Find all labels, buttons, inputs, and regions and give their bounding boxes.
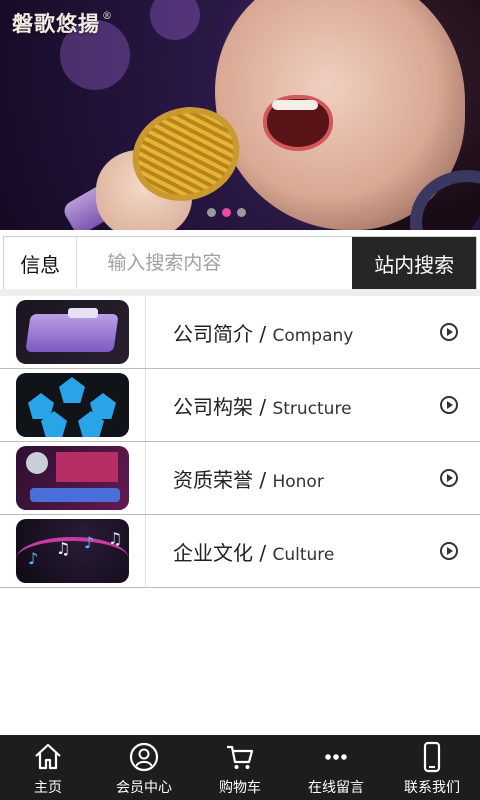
menu-item-company[interactable]: 公司简介 / Company xyxy=(0,296,480,369)
user-icon xyxy=(129,742,159,772)
menu-item-en: Company xyxy=(272,325,354,346)
music-note-icon: ♫ xyxy=(56,539,71,558)
nav-tab-label: 购物车 xyxy=(219,780,261,796)
promo-bar-image xyxy=(30,488,120,502)
carousel-indicator xyxy=(207,208,246,217)
structure-thumbnail xyxy=(16,373,129,437)
arrow-right-circle-icon xyxy=(440,542,458,560)
bottom-navigation: 主页 会员中心 购物车 在线留言 联系我们 xyxy=(0,735,480,800)
nav-tab-message[interactable]: 在线留言 xyxy=(288,735,384,800)
nav-tab-label: 主页 xyxy=(34,780,62,796)
singer-teeth xyxy=(272,100,318,110)
menu-item-cn: 公司简介 xyxy=(173,321,253,346)
brand-logo: 磐歌悠揚 ® xyxy=(12,8,113,38)
thumbnail-cell xyxy=(0,296,146,368)
nav-tab-contact[interactable]: 联系我们 xyxy=(384,735,480,800)
nav-tab-cart[interactable]: 购物车 xyxy=(192,735,288,800)
search-bar: 信息 站内搜索 xyxy=(3,236,477,290)
phone-icon xyxy=(423,741,441,773)
menu-item-label: 资质荣誉 / Honor xyxy=(173,467,324,492)
microphone-image xyxy=(26,452,48,474)
carousel-dot[interactable] xyxy=(237,208,246,217)
menu-item-culture[interactable]: ♪ ♫ ♪ ♫ 企业文化 / Culture xyxy=(0,515,480,588)
brand-logo-text: 磐歌悠揚 xyxy=(12,11,100,36)
menu-list: 公司简介 / Company 公司构架 / Structure 资质荣誉 / H… xyxy=(0,296,480,588)
menu-item-label: 企业文化 / Culture xyxy=(173,540,335,565)
promo-box-image xyxy=(56,452,118,482)
music-note-icon: ♫ xyxy=(108,529,123,548)
music-note-icon: ♪ xyxy=(84,533,95,552)
nav-tab-member[interactable]: 会员中心 xyxy=(96,735,192,800)
cart-icon xyxy=(227,745,254,769)
nav-tab-home[interactable]: 主页 xyxy=(0,735,96,800)
menu-item-cn: 资质荣誉 xyxy=(173,467,253,492)
menu-item-cn: 企业文化 xyxy=(173,540,253,565)
culture-thumbnail: ♪ ♫ ♪ ♫ xyxy=(16,519,129,583)
registered-mark: ® xyxy=(102,11,113,22)
section-divider xyxy=(0,289,480,296)
arrow-right-circle-icon xyxy=(440,396,458,414)
home-icon xyxy=(35,743,61,770)
nav-tab-label: 会员中心 xyxy=(116,780,172,796)
sound-card-image xyxy=(25,314,119,352)
device-top-image xyxy=(68,308,98,318)
menu-item-honor[interactable]: 资质荣誉 / Honor xyxy=(0,442,480,515)
menu-item-label: 公司简介 / Company xyxy=(173,321,354,346)
music-note-icon: ♪ xyxy=(28,549,39,568)
search-category[interactable]: 信息 xyxy=(4,237,78,289)
search-input[interactable] xyxy=(77,237,353,289)
hero-banner[interactable]: 磐歌悠揚 ® xyxy=(0,0,480,230)
arrow-right-circle-icon xyxy=(440,469,458,487)
honor-thumbnail xyxy=(16,446,129,510)
carousel-dot[interactable] xyxy=(207,208,216,217)
arrow-right-circle-icon xyxy=(440,323,458,341)
more-dots-icon xyxy=(325,754,347,760)
menu-item-label: 公司构架 / Structure xyxy=(173,394,352,419)
menu-item-en: Structure xyxy=(272,398,352,419)
thumbnail-cell: ♪ ♫ ♪ ♫ xyxy=(0,515,146,587)
carousel-dot-active[interactable] xyxy=(222,208,231,217)
menu-item-en: Culture xyxy=(272,544,335,565)
company-thumbnail xyxy=(16,300,129,364)
menu-item-en: Honor xyxy=(272,471,324,492)
search-button[interactable]: 站内搜索 xyxy=(352,237,476,289)
thumbnail-cell xyxy=(0,369,146,441)
menu-item-structure[interactable]: 公司构架 / Structure xyxy=(0,369,480,442)
thumbnail-cell xyxy=(0,442,146,514)
menu-item-cn: 公司构架 xyxy=(173,394,253,419)
bokeh-light xyxy=(150,0,200,40)
nav-tab-label: 在线留言 xyxy=(308,780,364,796)
nav-tab-label: 联系我们 xyxy=(404,780,460,796)
org-node-shape xyxy=(59,377,85,403)
